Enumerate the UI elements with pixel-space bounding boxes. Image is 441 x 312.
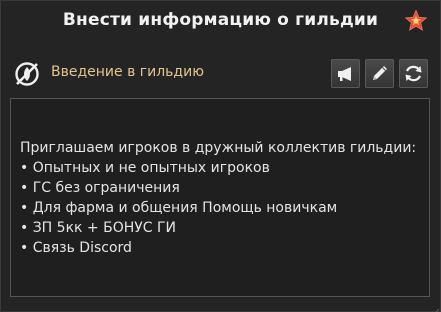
intro-line: • Для фарма и общения Помощь новичкам — [20, 200, 338, 216]
intro-textarea[interactable]: Приглашаем игроков в дружный коллектив г… — [10, 98, 430, 297]
refresh-button[interactable] — [399, 59, 428, 88]
guild-emblem-icon — [14, 61, 40, 87]
intro-line: • ГС без ограничения — [20, 180, 180, 196]
title-bar: Внести информацию о гильдии — [1, 1, 440, 41]
guild-info-dialog: Внести информацию о гильдии Введение в г… — [0, 0, 441, 312]
intro-line: Приглашаем игроков в дружный коллектив г… — [20, 140, 417, 156]
intro-line: • ЗП 5кк + БОНУС ГИ — [20, 220, 177, 236]
megaphone-icon — [338, 67, 351, 81]
announce-button[interactable] — [331, 59, 360, 88]
dialog-title: Внести информацию о гильдии — [62, 10, 379, 30]
refresh-icon — [405, 65, 422, 82]
section-header: Введение в гильдию — [1, 56, 440, 92]
intro-line: • Связь Discord — [20, 240, 132, 256]
resize-grip[interactable] — [430, 301, 440, 312]
pencil-icon — [373, 66, 387, 80]
edit-button[interactable] — [365, 59, 394, 88]
star-icon[interactable] — [404, 9, 428, 33]
intro-line: • Опытных и не опытных игроков — [20, 160, 270, 176]
section-label: Введение в гильдию — [51, 64, 204, 80]
